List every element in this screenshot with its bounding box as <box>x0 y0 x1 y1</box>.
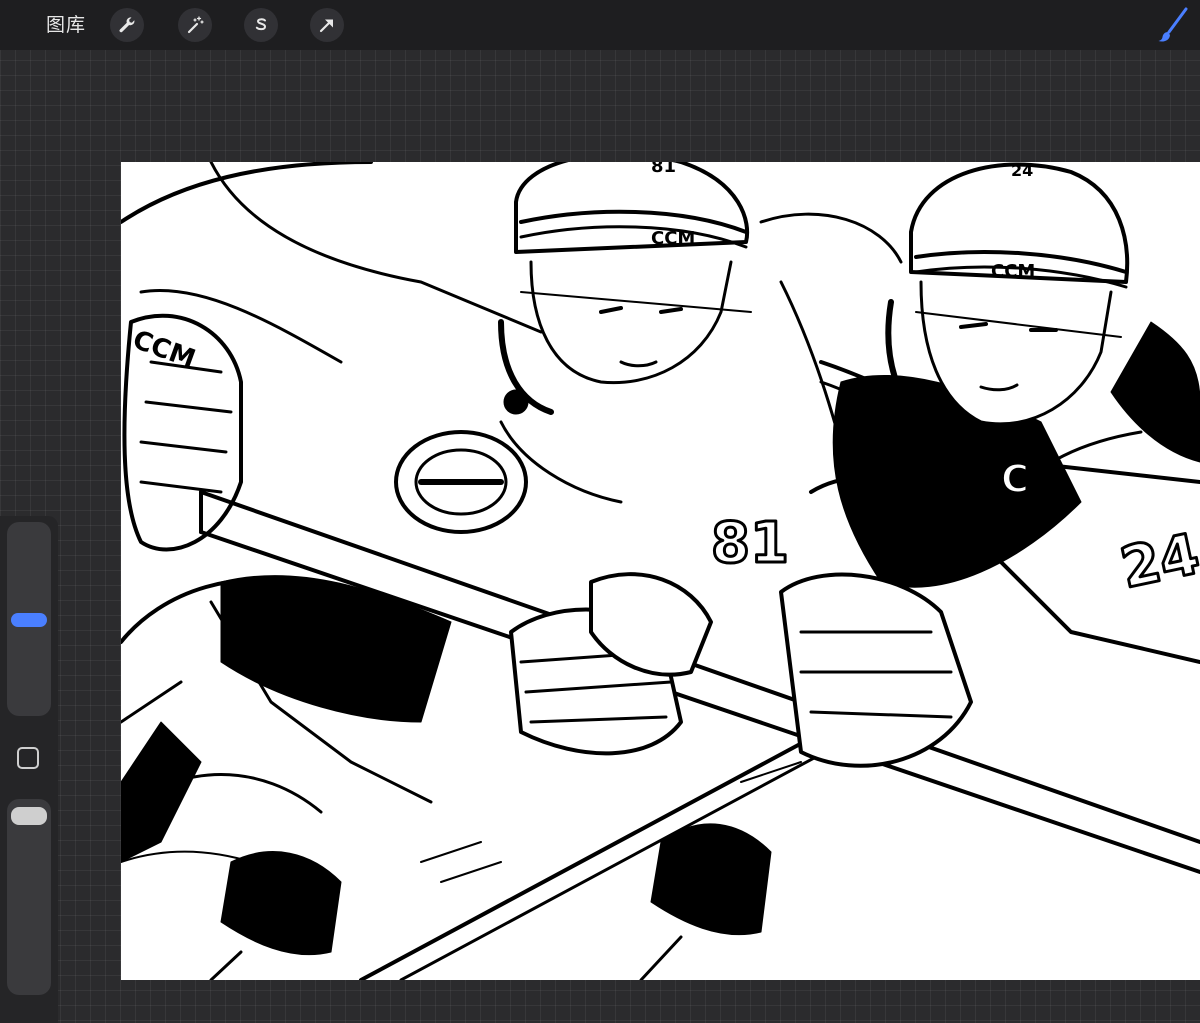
left-sidebar <box>0 516 58 1023</box>
selection-s-icon <box>255 18 267 31</box>
svg-text:CCM: CCM <box>129 325 199 375</box>
svg-text:24: 24 <box>1011 162 1033 180</box>
opacity-slider[interactable] <box>7 799 51 995</box>
svg-text:81: 81 <box>711 511 789 576</box>
brush-size-slider[interactable] <box>7 522 51 716</box>
magic-wand-icon <box>187 16 204 34</box>
drawing-canvas[interactable]: CCM 81 CCM 81 24 C CCM 24 <box>121 162 1200 980</box>
transform-button[interactable] <box>310 8 344 42</box>
svg-text:24: 24 <box>1115 522 1200 602</box>
top-toolbar: 图库 <box>0 0 1200 50</box>
opacity-knob[interactable] <box>11 807 47 825</box>
gallery-button[interactable]: 图库 <box>46 12 86 38</box>
brush-size-knob[interactable] <box>11 613 47 627</box>
adjustments-button[interactable] <box>178 8 212 42</box>
hockey-illustration: CCM 81 CCM 81 24 C CCM 24 <box>121 162 1200 980</box>
modify-button[interactable] <box>17 747 39 769</box>
svg-text:CCM: CCM <box>991 261 1035 282</box>
actions-button[interactable] <box>110 8 144 42</box>
svg-text:CCM: CCM <box>651 228 695 249</box>
brush-icon[interactable] <box>1156 6 1190 44</box>
transform-arrow-icon <box>319 19 333 33</box>
svg-text:C: C <box>1001 457 1029 501</box>
svg-text:81: 81 <box>651 162 676 177</box>
wrench-icon <box>119 17 135 33</box>
selection-button[interactable] <box>244 8 278 42</box>
